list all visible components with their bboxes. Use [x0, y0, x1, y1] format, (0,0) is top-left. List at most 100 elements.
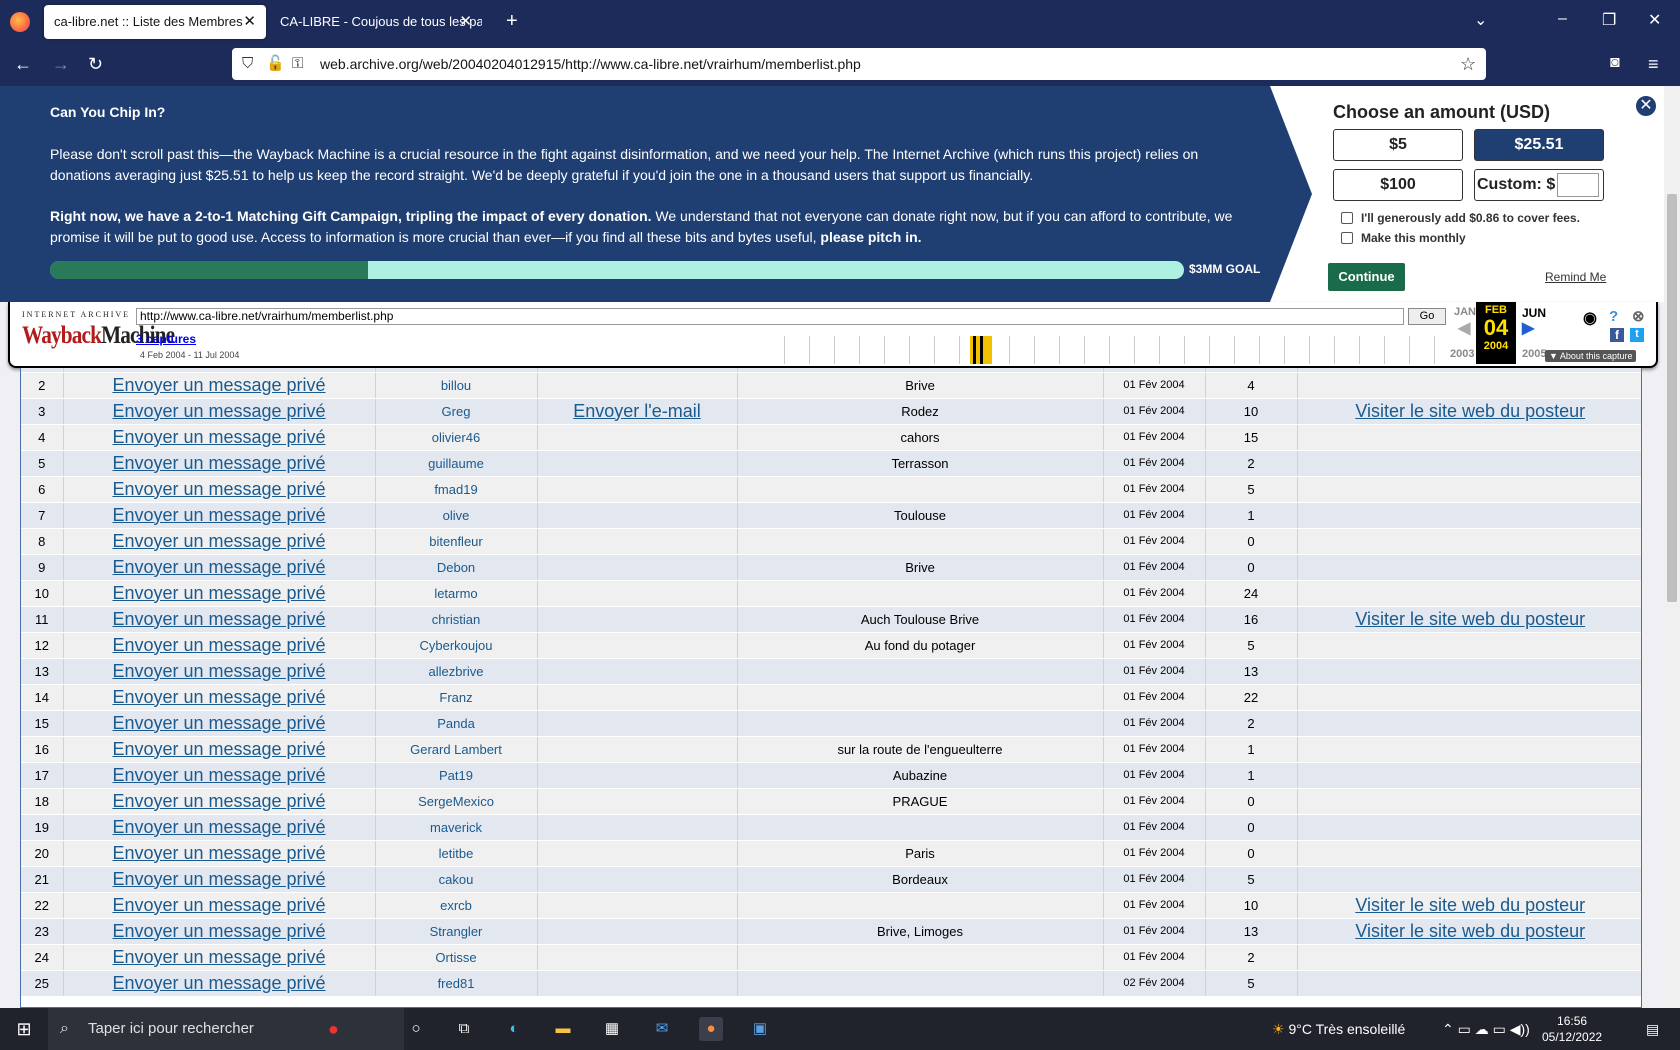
cover-fees-checkbox[interactable]: I'll generously add $0.86 to cover fees. [1341, 211, 1580, 225]
reload-icon[interactable]: ↻ [88, 54, 103, 75]
menu-icon[interactable]: ≡ [1648, 54, 1659, 75]
vertical-scrollbar[interactable] [1664, 86, 1680, 1008]
username[interactable]: olive [375, 502, 538, 529]
username[interactable]: Greg [375, 398, 538, 425]
send-pm-link[interactable]: Envoyer un message privé [112, 401, 325, 421]
capture-tick[interactable] [980, 336, 983, 364]
username[interactable]: letarmo [375, 580, 538, 607]
remind-me-link[interactable]: Remind Me [1545, 270, 1606, 284]
send-pm-link[interactable]: Envoyer un message privé [112, 479, 325, 499]
capture-tick[interactable] [973, 336, 976, 364]
forward-icon[interactable]: → [52, 54, 70, 75]
next-capture-icon[interactable]: ▶ [1522, 318, 1534, 338]
send-pm-link[interactable]: Envoyer un message privé [112, 895, 325, 915]
send-pm-link[interactable]: Envoyer un message privé [112, 843, 325, 863]
send-email-link[interactable]: Envoyer l'e-mail [573, 401, 700, 421]
monthly-checkbox[interactable]: Make this monthly [1341, 231, 1466, 245]
send-pm-link[interactable]: Envoyer un message privé [112, 687, 325, 707]
visit-website-link[interactable]: Visiter le site web du posteur [1355, 401, 1585, 421]
send-pm-link[interactable]: Envoyer un message privé [112, 947, 325, 967]
visit-website-link[interactable]: Visiter le site web du posteur [1355, 895, 1585, 915]
tab-active[interactable]: ca-libre.net :: Liste des Membres ✕ [44, 5, 266, 39]
tab-inactive[interactable]: CA-LIBRE - Coujous de tous les pays ✕ [270, 5, 482, 39]
username[interactable]: Ortisse [375, 944, 538, 971]
capture-histogram[interactable] [760, 336, 1446, 364]
tray-icons[interactable]: ⌃ ▭ ☁ ▭ ◀)) [1442, 1008, 1530, 1050]
taskbar-search[interactable]: ⌕ Taper ici pour rechercher ● [48, 1008, 404, 1050]
amount-100-button[interactable]: $100 [1333, 169, 1463, 201]
windows-start-icon[interactable]: ⊞ [12, 1017, 36, 1041]
new-tab-icon[interactable]: + [506, 10, 518, 33]
send-pm-link[interactable]: Envoyer un message privé [112, 583, 325, 603]
send-pm-link[interactable]: Envoyer un message privé [112, 453, 325, 473]
username[interactable]: letitbe [375, 840, 538, 867]
cortana-icon[interactable]: ○ [404, 1017, 428, 1041]
username[interactable]: fmad19 [375, 476, 538, 503]
help-icon[interactable]: ? [1609, 308, 1618, 325]
send-pm-link[interactable]: Envoyer un message privé [112, 635, 325, 655]
send-pm-link[interactable]: Envoyer un message privé [112, 713, 325, 733]
about-capture-button[interactable]: ▼ About this capture [1545, 350, 1637, 362]
firefox-icon[interactable] [10, 12, 30, 32]
send-pm-link[interactable]: Envoyer un message privé [112, 739, 325, 759]
send-pm-link[interactable]: Envoyer un message privé [112, 557, 325, 577]
continue-button[interactable]: Continue [1328, 263, 1405, 291]
store-icon[interactable]: ▦ [600, 1017, 624, 1041]
prev-capture-icon[interactable]: ◀ [1458, 318, 1470, 338]
wayback-go-button[interactable]: Go [1408, 308, 1446, 325]
file-explorer-icon[interactable]: ▬ [551, 1017, 575, 1041]
send-pm-link[interactable]: Envoyer un message privé [112, 375, 325, 395]
restore-icon[interactable]: ❐ [1602, 10, 1616, 30]
username[interactable]: Strangler [375, 918, 538, 945]
send-pm-link[interactable]: Envoyer un message privé [112, 609, 325, 629]
shield-icon[interactable]: ⛉ [242, 48, 253, 80]
close-banner-icon[interactable]: ✕ [1634, 94, 1658, 118]
close-toolbar-icon[interactable]: ⊗ [1632, 307, 1645, 325]
send-pm-link[interactable]: Envoyer un message privé [112, 765, 325, 785]
send-pm-link[interactable]: Envoyer un message privé [112, 531, 325, 551]
close-tab-icon[interactable]: ✕ [243, 5, 256, 39]
send-pm-link[interactable]: Envoyer un message privé [112, 791, 325, 811]
minimize-icon[interactable]: – [1558, 10, 1567, 28]
visit-website-link[interactable]: Visiter le site web du posteur [1355, 609, 1585, 629]
close-window-icon[interactable]: ✕ [1648, 10, 1661, 30]
photos-icon[interactable]: ▣ [748, 1017, 772, 1041]
firefox-taskbar-icon[interactable]: ● [699, 1017, 723, 1041]
send-pm-link[interactable]: Envoyer un message privé [112, 661, 325, 681]
twitter-icon[interactable]: t [1630, 328, 1644, 342]
visit-website-link[interactable]: Visiter le site web du posteur [1355, 921, 1585, 941]
username[interactable]: Pat19 [375, 762, 538, 789]
prev-month-label[interactable]: JAN [1454, 306, 1476, 318]
bookmark-star-icon[interactable]: ☆ [1460, 48, 1476, 80]
notifications-icon[interactable]: ▤ [1646, 1008, 1659, 1050]
address-bar[interactable]: ⛉ 🔓 ⚿ web.archive.org/web/20040204012915… [232, 48, 1486, 80]
clock[interactable]: 16:56 05/12/2022 [1542, 1013, 1602, 1045]
amount-5-button[interactable]: $5 [1333, 129, 1463, 161]
task-view-icon[interactable]: ⧉ [452, 1017, 476, 1041]
username[interactable]: bitenfleur [375, 528, 538, 555]
username[interactable]: exrcb [375, 892, 538, 919]
wayback-url-input[interactable]: http://www.ca-libre.net/vrairhum/memberl… [136, 308, 1404, 325]
back-icon[interactable]: ← [14, 54, 32, 75]
username[interactable]: Gerard Lambert [375, 736, 538, 763]
send-pm-link[interactable]: Envoyer un message privé [112, 921, 325, 941]
send-pm-link[interactable]: Envoyer un message privé [112, 427, 325, 447]
send-pm-link[interactable]: Envoyer un message privé [112, 973, 325, 993]
username[interactable]: fred81 [375, 970, 538, 997]
facebook-icon[interactable]: f [1610, 328, 1624, 342]
username[interactable]: Debon [375, 554, 538, 581]
scrollbar-thumb[interactable] [1667, 194, 1677, 602]
send-pm-link[interactable]: Envoyer un message privé [112, 869, 325, 889]
account-icon[interactable]: ◉ [1583, 308, 1597, 328]
username[interactable]: allezbrive [375, 658, 538, 685]
username[interactable]: maverick [375, 814, 538, 841]
next-year-label[interactable]: 2005 [1522, 348, 1546, 360]
username[interactable]: guillaume [375, 450, 538, 477]
send-pm-link[interactable]: Envoyer un message privé [112, 505, 325, 525]
username[interactable]: Franz [375, 684, 538, 711]
weather-widget[interactable]: ☀ 9°C Très ensoleillé [1272, 1008, 1405, 1050]
username[interactable]: cakou [375, 866, 538, 893]
username[interactable]: Cyberkoujou [375, 632, 538, 659]
username[interactable]: christian [375, 606, 538, 633]
captures-link[interactable]: 3 captures [136, 332, 196, 346]
